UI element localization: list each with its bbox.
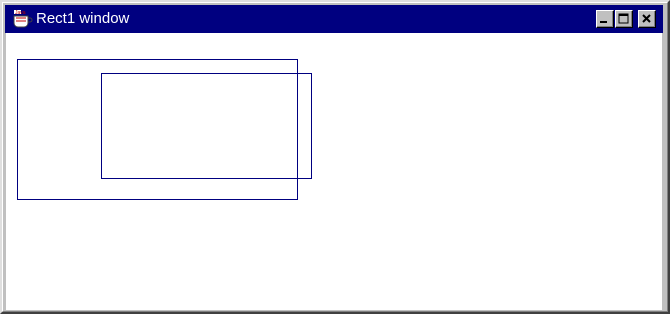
svg-text:Java: Java: [15, 10, 26, 16]
close-icon: [642, 14, 651, 23]
close-button[interactable]: [638, 10, 656, 28]
drawing-canvas: [17, 59, 312, 200]
maximize-icon: [618, 13, 629, 24]
maximize-button[interactable]: [615, 10, 633, 28]
app-window: Java Rect1 window: [0, 0, 670, 314]
window-title: Rect1 window: [36, 10, 130, 27]
rectangle-2: [101, 73, 312, 179]
title-bar[interactable]: Java Rect1 window: [5, 5, 663, 33]
canvas-area: [6, 33, 662, 310]
minimize-icon: [600, 21, 607, 23]
java-cup-icon[interactable]: Java: [11, 9, 33, 29]
minimize-button[interactable]: [596, 10, 614, 28]
